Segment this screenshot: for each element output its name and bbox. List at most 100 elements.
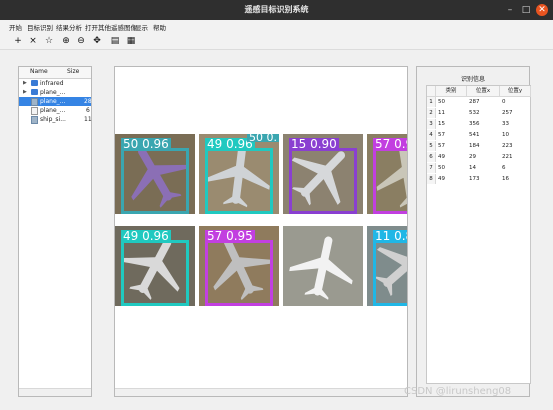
menu-display[interactable]: 显示	[135, 22, 148, 32]
table-cell-y[interactable]: 223	[500, 141, 532, 151]
results-table[interactable]: 类别 位置x 位置y 1 50 287 0 2 11 532 257 3 15 356 33 4 57 54…	[426, 85, 531, 384]
table-cell-x[interactable]: 14	[467, 163, 501, 173]
table-row-number[interactable]: 2	[427, 108, 436, 118]
detection-box: 50 0.96	[121, 138, 189, 214]
zoom-in-icon[interactable]: ⊕	[60, 35, 72, 47]
aircraft-tile	[283, 226, 363, 306]
table-cell-y[interactable]: 6	[500, 163, 532, 173]
table-cell-x[interactable]: 173	[467, 174, 501, 184]
tree-item-label: plane_...	[40, 98, 66, 105]
table-cell-x[interactable]: 184	[467, 141, 501, 151]
table-cell-x[interactable]: 29	[467, 152, 501, 162]
expand-arrow-icon[interactable]: ▶	[23, 79, 27, 88]
detection-label: 57 0.95	[205, 229, 255, 243]
table-row-number[interactable]: 7	[427, 163, 436, 173]
tree-item-plane-image-selected[interactable]: plane_... 28	[19, 97, 92, 106]
tree-item-label: plane_...	[40, 89, 66, 96]
table-row-number[interactable]: 5	[427, 141, 436, 151]
detection-label: 15 0.90	[289, 137, 339, 151]
close-icon[interactable]: ×	[27, 35, 39, 47]
tree-item-label: ship_si...	[40, 116, 66, 123]
table-cell-class[interactable]: 11	[436, 108, 468, 118]
title-bar: 遥感目标识别系统 – □ ✕	[0, 0, 553, 20]
table-row-number[interactable]: 4	[427, 130, 436, 140]
close-window-button[interactable]: ✕	[536, 4, 548, 16]
text-file-icon	[31, 107, 38, 115]
move-icon[interactable]: ✥	[91, 35, 103, 47]
menu-open-other-image[interactable]: 打开其他遥感图像	[85, 22, 137, 32]
table-cell-y[interactable]: 16	[500, 174, 532, 184]
tree-item-plane-file[interactable]: plane_... 6	[19, 106, 91, 115]
expand-arrow-icon[interactable]: ▶	[23, 88, 27, 97]
image-file-icon	[31, 98, 38, 106]
list-icon[interactable]: ▤	[109, 35, 121, 47]
table-cell-y[interactable]: 33	[500, 119, 532, 129]
maximize-button[interactable]: □	[519, 3, 533, 17]
detection-box: 57 0.95	[205, 230, 273, 306]
table-row-number[interactable]: 1	[427, 97, 436, 107]
tree-horizontal-scrollbar[interactable]	[19, 388, 91, 396]
detection-label: 49 0.96	[121, 229, 171, 243]
table-cell-class[interactable]: 50	[436, 97, 468, 107]
detection-box: 57 0.9	[373, 138, 407, 214]
minimize-button[interactable]: –	[503, 3, 517, 17]
table-cell-y[interactable]: 0	[500, 97, 532, 107]
detection-box: 11 0.8	[373, 230, 407, 306]
table-header-class[interactable]: 类别	[436, 86, 467, 97]
image-file-icon	[31, 116, 38, 124]
table-cell-x[interactable]: 287	[467, 97, 501, 107]
tree-item-size: 28	[84, 98, 92, 105]
column-size-header[interactable]: Size	[67, 68, 79, 75]
file-tree-panel: Name Size ▶ infrared ▶ plane_... plane_.…	[18, 66, 92, 397]
menu-result-analysis[interactable]: 结果分析	[56, 22, 82, 32]
table-cell-class[interactable]: 49	[436, 174, 468, 184]
menu-bar: 开始 目标识别 结果分析 打开其他遥感图像 显示 帮助	[0, 20, 553, 33]
table-row-number[interactable]: 8	[427, 174, 436, 184]
detection-label: 11 0.8	[373, 230, 407, 243]
table-icon[interactable]: ▦	[125, 35, 137, 47]
table-cell-class[interactable]: 57	[436, 141, 468, 151]
tree-item-plane-folder[interactable]: ▶ plane_...	[19, 88, 91, 97]
folder-icon	[31, 80, 38, 86]
table-header-y[interactable]: 位置y	[500, 86, 531, 97]
folder-icon	[31, 89, 38, 95]
table-cell-class[interactable]: 50	[436, 163, 468, 173]
table-cell-x[interactable]: 356	[467, 119, 501, 129]
app-window: 遥感目标识别系统 – □ ✕ 开始 目标识别 结果分析 打开其他遥感图像 显示 …	[0, 0, 553, 410]
image-horizontal-scrollbar[interactable]	[115, 388, 407, 396]
menu-target-recognition[interactable]: 目标识别	[27, 22, 53, 32]
add-icon[interactable]: +	[12, 35, 24, 47]
toolbar: + × ☆ ⊕ ⊖ ✥ ▤ ▦	[0, 33, 553, 50]
table-cell-class[interactable]: 15	[436, 119, 468, 129]
tree-item-size: 6	[86, 107, 90, 114]
table-cell-x[interactable]: 532	[467, 108, 501, 118]
tree-item-label: plane_...	[40, 107, 66, 114]
table-cell-x[interactable]: 541	[467, 130, 501, 140]
table-cell-y[interactable]: 257	[500, 108, 532, 118]
tree-item-infrared[interactable]: ▶ infrared	[19, 79, 91, 88]
table-cell-y[interactable]: 10	[500, 130, 532, 140]
image-view-panel: 50 0.96 49 0.96 15 0.90 57 0.9 49 0.96 57 0.9…	[114, 66, 408, 397]
menu-help[interactable]: 帮助	[153, 22, 166, 32]
table-row-number[interactable]: 3	[427, 119, 436, 129]
table-cell-class[interactable]: 49	[436, 152, 468, 162]
tree-item-ship[interactable]: ship_si... 11	[19, 115, 92, 124]
table-row-number[interactable]: 6	[427, 152, 436, 162]
airplane-icon	[289, 236, 353, 300]
file-tree-header: Name Size	[19, 67, 91, 79]
results-title: 识别信息	[460, 76, 485, 83]
detection-box: 15 0.90	[289, 138, 357, 214]
menu-start[interactable]: 开始	[9, 22, 22, 32]
table-cell-y[interactable]: 221	[500, 152, 532, 162]
detection-label: 50 0.	[247, 134, 279, 142]
column-name-header[interactable]: Name	[30, 68, 48, 75]
tree-item-label: infrared	[40, 80, 64, 87]
star-icon[interactable]: ☆	[43, 35, 55, 47]
tree-item-size: 11	[84, 116, 92, 123]
detection-label: 57 0.9	[373, 138, 407, 151]
detection-label: 50 0.96	[121, 137, 171, 151]
zoom-out-icon[interactable]: ⊖	[75, 35, 87, 47]
detection-box: 49 0.96	[121, 230, 189, 306]
table-header-x[interactable]: 位置x	[467, 86, 500, 97]
table-cell-class[interactable]: 57	[436, 130, 468, 140]
